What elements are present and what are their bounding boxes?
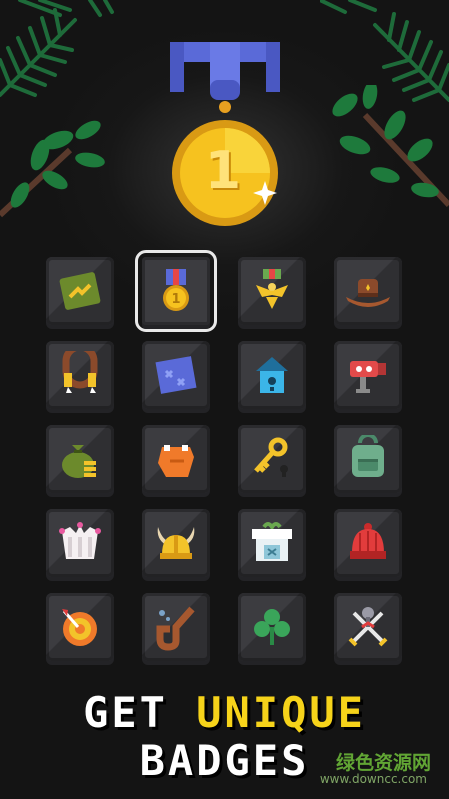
pine-branch-top-left-icon — [0, 0, 114, 97]
badge-horseshoe-magnet[interactable] — [46, 341, 114, 409]
green-ticket-icon — [59, 272, 101, 310]
badge-target[interactable] — [46, 593, 114, 661]
badge-crossed-swords[interactable] — [334, 593, 402, 661]
badge-gold-medal[interactable]: 1 — [135, 250, 217, 332]
money-bag-icon — [62, 445, 96, 478]
badge-backpack[interactable] — [334, 425, 402, 493]
badge-smoking-pipe[interactable] — [142, 593, 210, 661]
robot-camera-icon — [350, 361, 386, 393]
badge-key-lock[interactable] — [238, 425, 306, 493]
shop-stall-icon — [252, 522, 292, 561]
svg-text:1: 1 — [171, 292, 180, 307]
badge-robot-camera[interactable] — [334, 341, 402, 409]
headline-word-unique: UNIQUE — [196, 688, 366, 737]
badge-cowboy-hat[interactable] — [334, 257, 402, 325]
headline-line-1: GET UNIQUE — [0, 688, 449, 737]
orange-glove-icon — [158, 445, 194, 477]
backpack-icon — [352, 435, 384, 477]
headline-word-badges: BADGES — [139, 736, 310, 785]
badge-red-beanie[interactable] — [334, 509, 402, 577]
badge-orange-glove[interactable] — [142, 425, 210, 493]
badge-shop-stall[interactable] — [238, 509, 306, 577]
watermark-url: www.downcc.com — [319, 772, 427, 786]
badge-green-ticket[interactable] — [46, 257, 114, 325]
badge-clover[interactable] — [238, 593, 306, 661]
badge-money-bag[interactable] — [46, 425, 114, 493]
clover-icon — [254, 609, 290, 645]
badge-viking-helmet[interactable] — [142, 509, 210, 577]
headline-word-get: GET — [83, 688, 168, 737]
jester-crown-icon — [59, 522, 101, 559]
badge-birdhouse[interactable] — [238, 341, 306, 409]
watermark-name: 绿色资源网 — [335, 752, 431, 774]
smoking-pipe-icon — [156, 606, 195, 651]
horseshoe-magnet-icon — [62, 351, 98, 393]
red-beanie-icon — [350, 523, 386, 559]
gold-medal-icon: 1 — [163, 269, 189, 311]
crossed-swords-icon — [348, 607, 388, 647]
target-icon — [62, 609, 97, 646]
leafy-branch-right-icon — [332, 85, 449, 208]
gold-medal-icon: 1 1 — [170, 42, 280, 226]
treasure-map-icon — [155, 356, 197, 394]
badge-eagle-medal[interactable] — [238, 257, 306, 325]
badge-treasure-map[interactable] — [142, 341, 210, 409]
eagle-medal-icon — [256, 269, 288, 309]
svg-text:1: 1 — [205, 141, 241, 201]
cowboy-hat-icon — [346, 279, 390, 307]
badge-jester-crown[interactable] — [46, 509, 114, 577]
birdhouse-icon — [256, 357, 288, 393]
key-lock-icon — [254, 437, 288, 477]
viking-helmet-icon — [157, 527, 195, 559]
leafy-branch-left-icon — [0, 120, 105, 218]
